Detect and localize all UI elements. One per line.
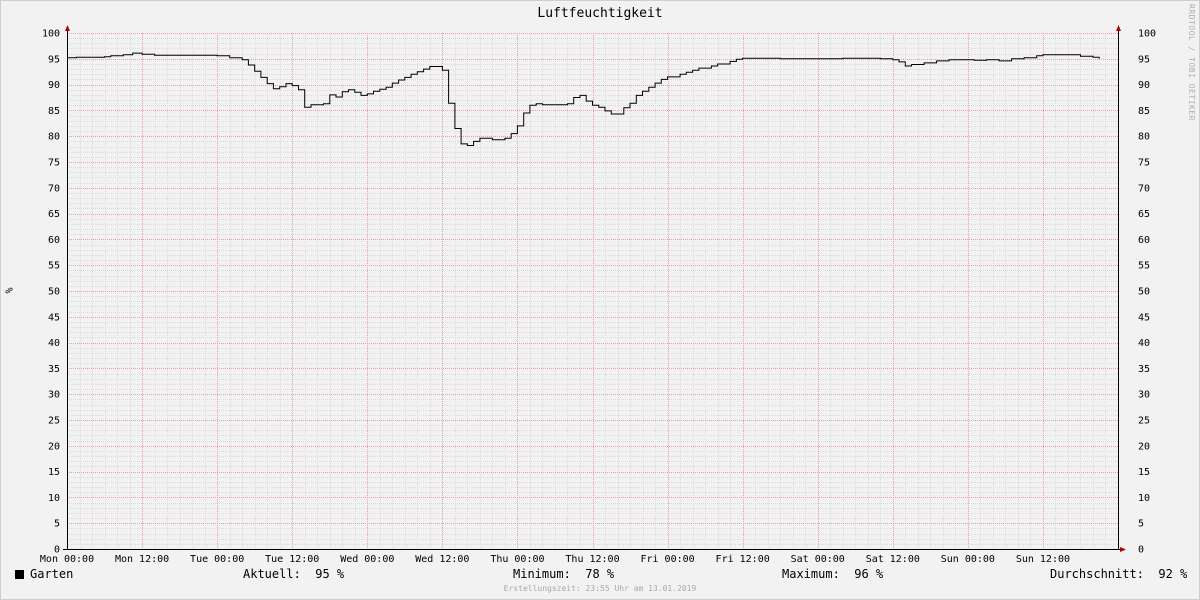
y-tick-label-left: 20 (48, 441, 60, 452)
y-tick-label-left: 35 (48, 364, 60, 375)
stat-current-label: Aktuell: (243, 567, 301, 581)
legend-label: Garten (30, 567, 74, 581)
y-tick-label-left: 65 (48, 209, 60, 220)
y-tick-label-right: 0 (1138, 545, 1144, 556)
y-tick-label-left: 80 (48, 132, 60, 143)
y-tick-label-right: 75 (1138, 158, 1150, 169)
y-tick-label-right: 60 (1138, 235, 1150, 246)
stat-min-label: Minimum: (513, 567, 571, 581)
x-axis-arrow (1120, 547, 1126, 552)
major-grid (67, 33, 1118, 549)
y-tick-label-right: 80 (1138, 132, 1150, 143)
y-tick-label-left: 75 (48, 158, 60, 169)
axes (63, 25, 1126, 552)
y-axis-arrow-right (1116, 25, 1121, 31)
y-tick-label-left: 30 (48, 390, 60, 401)
y-tick-label-right: 50 (1138, 287, 1150, 298)
stat-minimum: Minimum: 78 % (513, 567, 614, 581)
y-tick-label-right: 40 (1138, 338, 1150, 349)
y-axis-arrow-left (65, 25, 70, 31)
x-tick-label: Sun 00:00 (941, 554, 995, 565)
x-tick-label: Sat 12:00 (866, 554, 920, 565)
y-axis-label: % (4, 287, 16, 294)
stat-min-value: 78 % (585, 567, 615, 581)
x-tick-label: Wed 00:00 (340, 554, 394, 565)
y-tick-label-left: 95 (48, 54, 60, 65)
x-ticks: Mon 00:00 Mon 12:00 Tue 00:00 Tue 12:00 Wed … (40, 554, 1070, 565)
y-tick-label-left: 5 (54, 519, 60, 530)
y-tick-label-right: 95 (1138, 54, 1150, 65)
y-tick-label-right: 45 (1138, 312, 1150, 323)
chart-title: Luftfeuchtigkeit (537, 6, 663, 21)
x-tick-label: Mon 00:00 (40, 554, 94, 565)
y-tick-label-left: 100 (42, 29, 60, 40)
x-tick-label: Sun 12:00 (1016, 554, 1070, 565)
y-tick-label-left: 90 (48, 80, 60, 91)
stat-current-value: 95 % (315, 567, 345, 581)
stat-avg-value: 92 % (1158, 567, 1188, 581)
y-tick-label-right: 25 (1138, 416, 1150, 427)
y-tick-label-right: 90 (1138, 80, 1150, 91)
stat-maximum: Maximum: 96 % (782, 567, 883, 581)
minor-grid (67, 33, 1118, 549)
y-tick-label-right: 85 (1138, 106, 1150, 117)
y-tick-label-left: 70 (48, 183, 60, 194)
y-tick-label-right: 35 (1138, 364, 1150, 375)
x-tick-label: Tue 00:00 (190, 554, 244, 565)
x-tick-label: Thu 12:00 (565, 554, 619, 565)
y-tick-label-right: 20 (1138, 441, 1150, 452)
stat-current: Aktuell: 95 % (243, 567, 344, 581)
y-tick-label-right: 55 (1138, 261, 1150, 272)
y-tick-label-left: 25 (48, 416, 60, 427)
y-ticks-left: 0510152025303540455055606570758085909510… (42, 29, 60, 556)
y-tick-label-right: 15 (1138, 467, 1150, 478)
y-tick-label-right: 10 (1138, 493, 1150, 504)
x-tick-label: Fri 00:00 (640, 554, 694, 565)
footer-timestamp: Erstellungszeit: 23:55 Uhr am 13.01.2019 (503, 584, 697, 593)
y-ticks-right: 0 5 10 15 20 25 30 35 40 45 50 55 60 65 70 75 80 85 90 95 10… (1138, 29, 1156, 556)
y-tick-label-right: 70 (1138, 183, 1150, 194)
line-chart: 0 5 10 15 20 25 30 35 40 45 50 55 60 65 70 75 80 85 90 95 10… (40, 25, 1156, 565)
y-tick-label-left: 45 (48, 312, 60, 323)
y-tick-label-left: 60 (48, 235, 60, 246)
stat-max-label: Maximum: (782, 567, 840, 581)
y-tick-label-left: 55 (48, 261, 60, 272)
legend-entry-garten: Garten (15, 567, 73, 581)
y-tick-label-left: 10 (48, 493, 60, 504)
y-tick-label-left: 15 (48, 467, 60, 478)
watermark: RRDTOOL / TOBI OETIKER (1187, 4, 1196, 121)
y-tick-label-right: 5 (1138, 519, 1144, 530)
y-tick-label-left: 40 (48, 338, 60, 349)
x-tick-label: Fri 12:00 (716, 554, 770, 565)
stat-avg-label: Durchschnitt: (1050, 567, 1144, 581)
stat-average: Durchschnitt: 92 % (1050, 567, 1187, 581)
y-tick-label-right: 65 (1138, 209, 1150, 220)
y-tick-label-right: 100 (1138, 29, 1156, 40)
x-tick-label: Tue 12:00 (265, 554, 319, 565)
x-tick-label: Mon 12:00 (115, 554, 169, 565)
x-tick-label: Sat 00:00 (791, 554, 845, 565)
x-tick-label: Thu 00:00 (490, 554, 544, 565)
y-tick-label-left: 85 (48, 106, 60, 117)
y-tick-label-left: 50 (48, 287, 60, 298)
x-tick-label: Wed 12:00 (415, 554, 469, 565)
stat-max-value: 96 % (854, 567, 884, 581)
y-tick-label-right: 30 (1138, 390, 1150, 401)
legend-swatch (15, 570, 24, 579)
